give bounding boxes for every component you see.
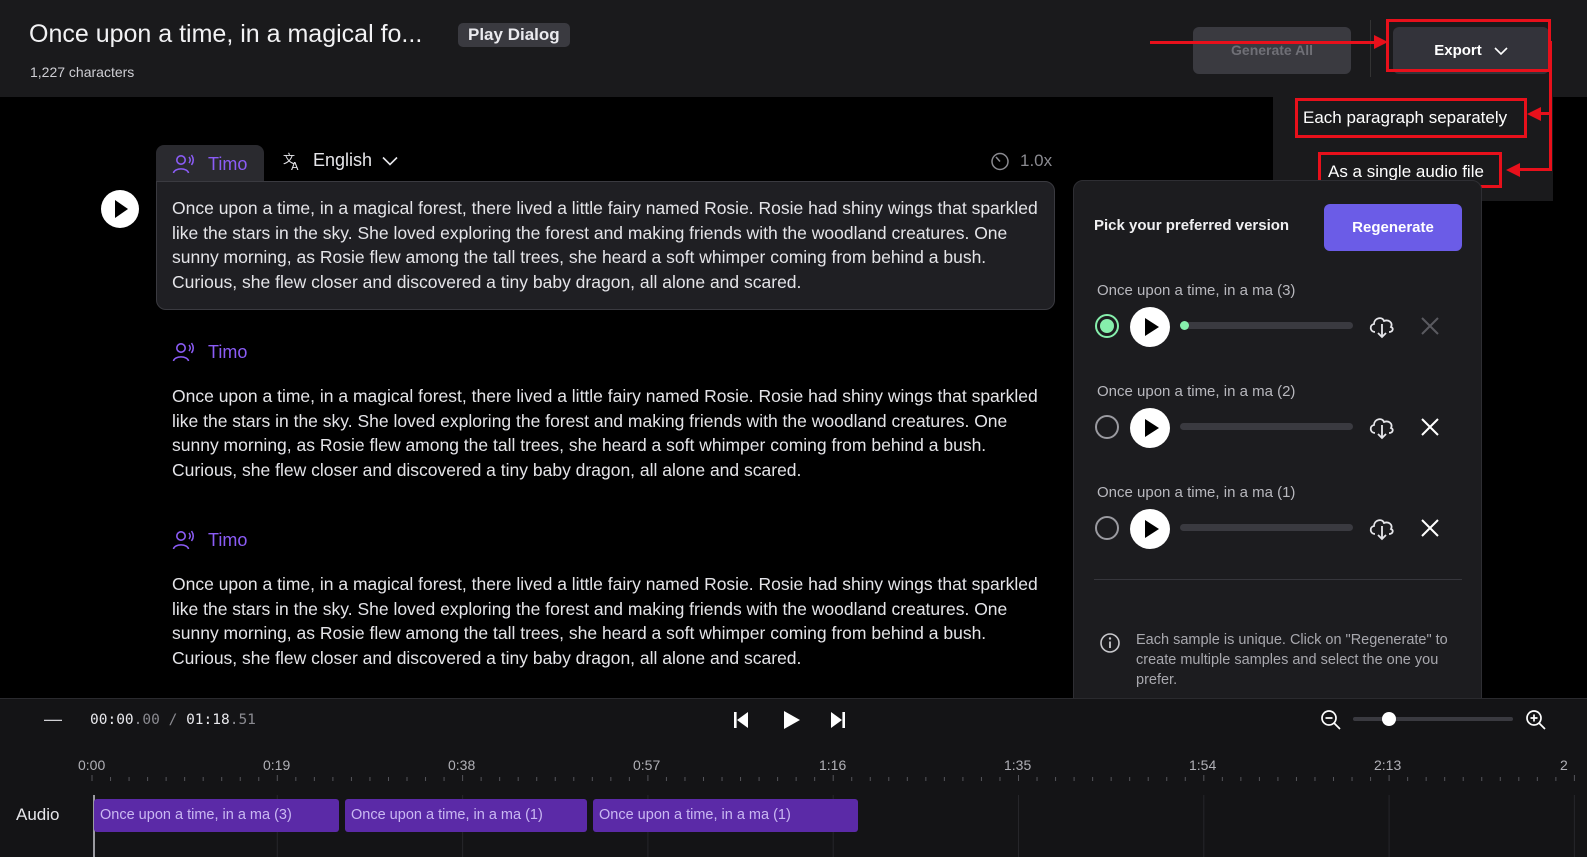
- audio-clip[interactable]: Once upon a time, in a ma (3): [94, 799, 339, 832]
- cloud-download-icon[interactable]: [1367, 311, 1397, 341]
- cloud-download-icon[interactable]: [1367, 412, 1397, 442]
- info-text: Each sample is unique. Click on "Regener…: [1136, 632, 1448, 688]
- zoom-out-icon[interactable]: [1320, 709, 1342, 731]
- play-icon: [115, 200, 128, 218]
- annotation-box-each-paragraph: [1295, 98, 1527, 138]
- language-label: English: [313, 150, 373, 170]
- annotation-line: [1150, 41, 1378, 44]
- play-icon: [1145, 520, 1159, 538]
- page-title: Once upon a time, in a magical fo...: [29, 20, 423, 48]
- current-time-fraction: .00: [133, 712, 160, 728]
- regenerate-button[interactable]: Regenerate: [1324, 204, 1462, 251]
- annotation-line: [1520, 168, 1551, 171]
- version-play-button[interactable]: [1130, 408, 1170, 448]
- close-icon[interactable]: [1415, 513, 1445, 543]
- mode-badge: Play Dialog: [458, 23, 570, 47]
- collapse-button[interactable]: —: [44, 709, 62, 730]
- ruler-label: 2:13: [1374, 757, 1402, 773]
- timeline: — 00:00.00 / 01:18.51 0:00 0:19 0:38 0:5…: [0, 698, 1587, 857]
- zoom-slider[interactable]: [1353, 712, 1513, 726]
- annotation-line: [1540, 112, 1550, 115]
- paragraph-play-button[interactable]: [101, 190, 139, 228]
- total-time-fraction: .51: [229, 712, 256, 728]
- chevron-down-icon: [382, 156, 398, 166]
- progress-handle[interactable]: [1180, 321, 1189, 330]
- header-divider: [1370, 20, 1371, 77]
- speaker-selector[interactable]: Timo: [172, 529, 247, 551]
- character-count: 1,227 characters: [30, 64, 135, 80]
- timer-icon: [991, 152, 1009, 171]
- panel-divider: [1094, 579, 1462, 580]
- voice-person-icon: [172, 154, 194, 174]
- ruler-label: 2: [1560, 757, 1568, 773]
- skip-forward-icon[interactable]: [828, 709, 848, 731]
- speaker-name: Timo: [208, 341, 248, 362]
- speed-control[interactable]: 1.0x: [990, 151, 1052, 171]
- voice-person-icon: [172, 530, 194, 550]
- annotation-arrow: [1374, 35, 1388, 49]
- annotation-line: [1549, 41, 1552, 171]
- paragraph-text[interactable]: Once upon a time, in a magical forest, t…: [172, 384, 1042, 483]
- speaker-name: Timo: [208, 153, 248, 174]
- version-progress-track[interactable]: [1180, 524, 1353, 531]
- top-bar: Once upon a time, in a magical fo... Pla…: [0, 0, 1587, 97]
- version-radio[interactable]: [1095, 415, 1119, 439]
- version-heading: Pick your preferred version: [1094, 217, 1290, 234]
- ruler-label: 0:57: [633, 757, 661, 773]
- close-icon[interactable]: [1415, 311, 1445, 341]
- info-icon: [1100, 633, 1120, 653]
- total-time: 01:18: [186, 712, 230, 728]
- speaker-name: Timo: [208, 529, 248, 550]
- annotation-box-export: [1386, 19, 1551, 72]
- language-select[interactable]: 文A English: [283, 150, 398, 171]
- version-play-button[interactable]: [1130, 307, 1170, 347]
- speed-value: 1.0x: [1020, 151, 1053, 170]
- version-play-button[interactable]: [1130, 509, 1170, 549]
- version-progress-track[interactable]: [1180, 423, 1353, 430]
- generate-all-button[interactable]: Generate All: [1193, 27, 1351, 74]
- version-title: Once upon a time, in a ma (1): [1097, 484, 1296, 501]
- version-title: Once upon a time, in a ma (2): [1097, 383, 1296, 400]
- paragraph-text[interactable]: Once upon a time, in a magical forest, t…: [172, 572, 1042, 671]
- close-icon[interactable]: [1415, 412, 1445, 442]
- svg-text:A: A: [291, 160, 299, 171]
- version-radio[interactable]: [1095, 516, 1119, 540]
- ruler-label: 0:19: [263, 757, 291, 773]
- audio-clip[interactable]: Once upon a time, in a ma (1): [345, 799, 587, 832]
- voice-person-icon: [172, 342, 194, 362]
- ruler-label: 1:54: [1189, 757, 1217, 773]
- version-progress-track[interactable]: [1180, 321, 1353, 330]
- zoom-handle[interactable]: [1382, 712, 1397, 726]
- annotation-arrow: [1527, 107, 1541, 121]
- play-icon: [1145, 318, 1159, 336]
- ruler-label: 1:35: [1004, 757, 1032, 773]
- version-panel: Pick your preferred version Regenerate O…: [1073, 180, 1482, 710]
- audio-track-label: Audio: [16, 805, 60, 824]
- play-icon[interactable]: [779, 708, 803, 732]
- current-time: 00:00: [90, 712, 134, 728]
- zoom-in-icon[interactable]: [1525, 709, 1547, 731]
- play-icon: [1145, 419, 1159, 437]
- version-title: Once upon a time, in a ma (3): [1097, 282, 1296, 299]
- ruler-label: 0:00: [78, 757, 106, 773]
- ruler-label: 0:38: [448, 757, 476, 773]
- time-display: 00:00.00 / 01:18.51: [90, 712, 256, 728]
- audio-clip[interactable]: Once upon a time, in a ma (1): [593, 799, 858, 832]
- ruler-label: 1:16: [819, 757, 847, 773]
- version-radio[interactable]: [1095, 314, 1119, 338]
- speaker-selector[interactable]: Timo: [172, 153, 247, 175]
- annotation-arrow: [1506, 163, 1520, 177]
- translate-icon: 文A: [283, 151, 299, 171]
- cloud-download-icon[interactable]: [1367, 513, 1397, 543]
- speaker-selector[interactable]: Timo: [172, 341, 247, 363]
- skip-back-icon[interactable]: [731, 709, 751, 731]
- paragraph-text[interactable]: Once upon a time, in a magical forest, t…: [172, 196, 1042, 295]
- time-separator: /: [159, 712, 187, 728]
